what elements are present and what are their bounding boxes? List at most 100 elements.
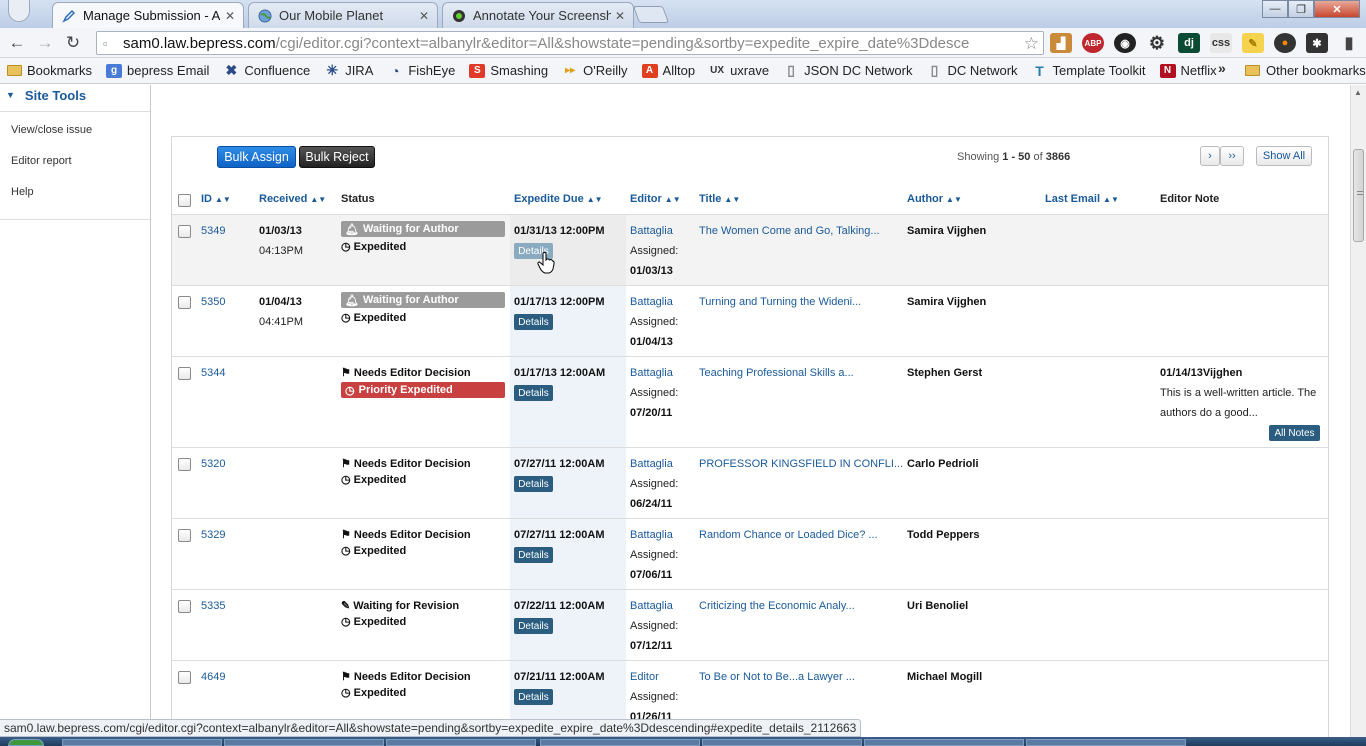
tab-manage-submission[interactable]: Manage Submission - Alb ✕ <box>52 2 244 28</box>
header-title[interactable]: Title ▲▼ <box>699 193 740 205</box>
select-all-checkbox[interactable] <box>178 194 191 207</box>
title-link[interactable]: Turning and Turning the Wideni... <box>699 292 861 312</box>
submission-id-link[interactable]: 5320 <box>201 454 225 474</box>
submission-id-link[interactable]: 5335 <box>201 596 225 616</box>
editor-link[interactable]: Battaglia <box>630 454 673 474</box>
all-notes-button[interactable]: All Notes <box>1269 425 1320 441</box>
row-checkbox[interactable] <box>178 458 191 471</box>
sidebar-link-view-close-issue[interactable]: View/close issue <box>0 122 150 153</box>
bookmark-uxrave[interactable]: UX uxrave <box>709 63 769 78</box>
editor-link[interactable]: Battaglia <box>630 596 673 616</box>
details-button[interactable]: Details <box>514 618 553 634</box>
gear-icon[interactable]: ⚙ <box>1146 33 1168 53</box>
bookmark-netflix[interactable]: N Netflix <box>1159 63 1217 78</box>
show-all-button[interactable]: Show All <box>1256 146 1312 166</box>
ruler-icon[interactable]: ▟ <box>1050 33 1072 53</box>
details-button[interactable]: Details <box>514 689 553 705</box>
details-button[interactable]: Details <box>514 476 553 492</box>
bookmark-oreilly[interactable]: ▸▸ O'Reilly <box>562 63 627 78</box>
submission-id-link[interactable]: 5344 <box>201 363 225 383</box>
table-row[interactable]: 5335 ✎ Waiting for Revision ◷ Expedited 07… <box>172 590 1328 661</box>
forward-arrow-icon[interactable]: → <box>34 32 56 54</box>
bulk-reject-button[interactable]: Bulk Reject <box>299 146 375 168</box>
title-link[interactable]: Random Chance or Loaded Dice? ... <box>699 525 878 545</box>
back-arrow-icon[interactable]: ← <box>6 32 28 54</box>
sidebar-link-help[interactable]: Help <box>0 184 150 215</box>
row-checkbox[interactable] <box>178 367 191 380</box>
title-link[interactable]: Criticizing the Economic Analy... <box>699 596 855 616</box>
editor-link[interactable]: Battaglia <box>630 221 673 241</box>
header-received[interactable]: Received ▲▼ <box>259 193 326 205</box>
editor-link[interactable]: Battaglia <box>630 525 673 545</box>
note-icon[interactable]: ✎ <box>1242 33 1264 53</box>
header-id[interactable]: ID ▲▼ <box>201 193 231 205</box>
site-tools-header[interactable]: ▼ Site Tools <box>0 85 150 105</box>
taskbar-item[interactable] <box>702 739 862 746</box>
table-row[interactable]: 5349 01/03/13 04:13PM 🔔︎ Waiting for Auth… <box>172 215 1328 286</box>
bookmark-smashing[interactable]: S Smashing <box>469 63 548 78</box>
details-button[interactable]: Details <box>514 547 553 563</box>
editor-link[interactable]: Battaglia <box>630 292 673 312</box>
address-bar[interactable]: ▫ sam0.law.bepress.com/cgi/editor.cgi?co… <box>96 31 1044 55</box>
taskbar-item[interactable] <box>386 739 536 746</box>
bookmark-jira[interactable]: ✳ JIRA <box>324 62 373 78</box>
table-row[interactable]: 5329 ⚑ Needs Editor Decision ◷ Expedited 0… <box>172 519 1328 590</box>
minimize-window-button[interactable]: — <box>1262 0 1288 18</box>
close-tab-icon[interactable]: ✕ <box>615 9 625 23</box>
adblock-icon[interactable]: ABP <box>1082 33 1104 53</box>
circle-icon[interactable]: ◉ <box>1114 33 1136 53</box>
row-checkbox[interactable] <box>178 600 191 613</box>
start-button[interactable] <box>8 739 44 746</box>
title-link[interactable]: PROFESSOR KINGSFIELD IN CONFLI... <box>699 454 903 474</box>
row-checkbox[interactable] <box>178 225 191 238</box>
taskbar-item[interactable] <box>540 739 700 746</box>
taskbar-item[interactable] <box>62 739 222 746</box>
title-link[interactable]: The Women Come and Go, Talking... <box>699 221 880 241</box>
header-expedite-due[interactable]: Expedite Due ▲▼ <box>514 193 603 205</box>
table-row[interactable]: 5320 ⚑ Needs Editor Decision ◷ Expedited 0… <box>172 448 1328 519</box>
scroll-up-arrow-icon[interactable]: ▲ <box>1354 88 1362 97</box>
submission-id-link[interactable]: 5350 <box>201 292 225 312</box>
bookmarks-overflow-chevron-icon[interactable]: » <box>1218 60 1226 76</box>
submission-id-link[interactable]: 5349 <box>201 221 225 241</box>
tab-our-mobile-planet[interactable]: Our Mobile Planet ✕ <box>248 2 438 28</box>
submission-id-link[interactable]: 5329 <box>201 525 225 545</box>
submission-id-link[interactable]: 4649 <box>201 667 225 687</box>
close-window-button[interactable]: ✕ <box>1314 0 1360 18</box>
bookmark-icon[interactable]: ▮ <box>1338 33 1360 53</box>
css-icon[interactable]: css <box>1210 33 1232 53</box>
new-tab-button[interactable] <box>632 6 670 23</box>
bookmark-star-icon[interactable]: ☆ <box>1023 34 1039 54</box>
title-link[interactable]: Teaching Professional Skills a... <box>699 363 854 383</box>
color-icon[interactable]: ● <box>1274 33 1296 53</box>
editor-link[interactable]: Battaglia <box>630 363 673 383</box>
tab-annotate-screenshot[interactable]: Annotate Your Screenshot ✕ <box>442 2 634 28</box>
header-last-email[interactable]: Last Email ▲▼ <box>1045 193 1119 205</box>
bookmark-confluence[interactable]: ✖ Confluence <box>223 62 311 78</box>
bulk-assign-button[interactable]: Bulk Assign <box>217 146 296 168</box>
bookmark-dc-network[interactable]: ▯ DC Network <box>926 62 1018 78</box>
close-tab-icon[interactable]: ✕ <box>225 9 235 23</box>
other-bookmarks[interactable]: Other bookmarks <box>1245 63 1366 78</box>
row-checkbox[interactable] <box>178 296 191 309</box>
row-checkbox[interactable] <box>178 671 191 684</box>
bookmark-template-toolkit[interactable]: T Template Toolkit <box>1032 63 1145 79</box>
taskbar-item[interactable] <box>1026 739 1186 746</box>
table-row[interactable]: 5350 01/04/13 04:41PM 🔔︎ Waiting for Auth… <box>172 286 1328 357</box>
close-tab-icon[interactable]: ✕ <box>419 9 429 23</box>
reload-icon[interactable]: ↻ <box>62 32 84 54</box>
header-author[interactable]: Author ▲▼ <box>907 193 962 205</box>
django-icon[interactable]: dj <box>1178 33 1200 53</box>
details-button[interactable]: Details <box>514 314 553 330</box>
bookmark-bookmarks[interactable]: Bookmarks <box>6 63 92 78</box>
last-page-button[interactable]: ›› <box>1220 146 1244 166</box>
table-row[interactable]: 5344 ⚑ Needs Editor Decision ◷ Priority Ex… <box>172 357 1328 448</box>
details-button[interactable]: Details <box>514 385 553 401</box>
row-checkbox[interactable] <box>178 529 191 542</box>
editor-link[interactable]: Editor <box>630 667 659 687</box>
next-page-button[interactable]: › <box>1200 146 1220 166</box>
maximize-window-button[interactable]: ❐ <box>1288 0 1314 18</box>
bookmark-fisheye[interactable]: ◔ FishEye <box>387 63 455 79</box>
title-link[interactable]: To Be or Not to Be...a Lawyer ... <box>699 667 855 687</box>
bookmark-bepress-email[interactable]: g bepress Email <box>106 63 209 78</box>
